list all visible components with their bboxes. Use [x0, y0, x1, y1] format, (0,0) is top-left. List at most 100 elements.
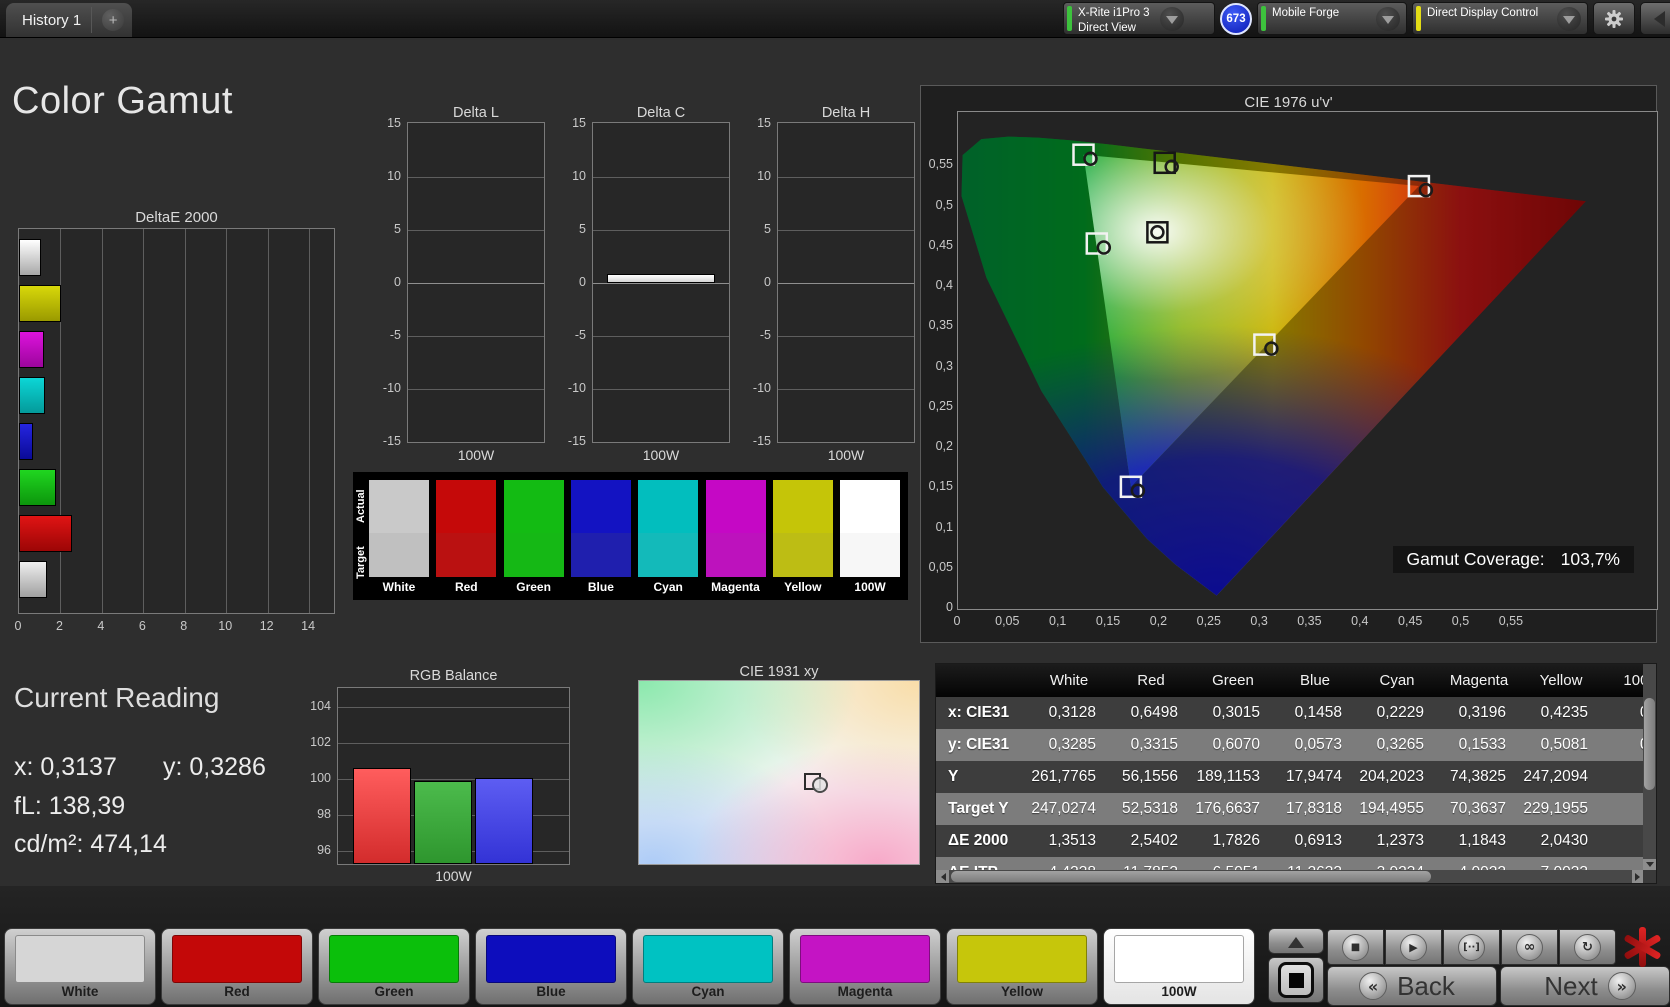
deltae-x-tick-label: 14	[301, 619, 316, 633]
swatch-target	[503, 533, 564, 577]
delta-y-tick-label: 15	[572, 115, 586, 130]
deltae-x-tick-label: 10	[218, 619, 233, 633]
swatch-label: Green	[516, 580, 551, 594]
delta-chart-plot	[777, 122, 915, 443]
delta-y-tick-label: -5	[389, 327, 401, 342]
display-control-dropdown[interactable]: Direct Display Control	[1412, 2, 1588, 35]
table-cell: 0,3015	[1212, 704, 1260, 721]
pattern-swatch	[957, 935, 1087, 983]
cie1931-actual-marker	[812, 776, 829, 793]
table-vertical-scrollbar[interactable]	[1643, 664, 1656, 872]
cie-y-tick-label: 0,3	[935, 358, 953, 373]
cie1976-title: CIE 1976 u'v'	[1244, 94, 1333, 111]
table-cell: 0,4235	[1540, 704, 1588, 721]
table-column-header: Green	[1212, 672, 1254, 689]
history-tab[interactable]: History 1 +	[6, 3, 133, 37]
collapse-panel-button[interactable]	[1640, 2, 1670, 35]
meter-dropdown[interactable]: X-Rite i1Pro 3 Direct View	[1063, 2, 1215, 35]
pattern-button-white[interactable]: White	[4, 928, 156, 1005]
reading-x-value: x: 0,3137	[14, 753, 117, 781]
refresh-measure-button[interactable]: ↻	[1559, 929, 1616, 965]
source-status-stripe	[1261, 6, 1266, 31]
delta-y-tick-label: -5	[759, 327, 771, 342]
pattern-button-label: 100W	[1161, 984, 1197, 999]
table-row: Target Y 247,0274 52,5318 176,6637 17,8318 19…	[936, 793, 1656, 825]
table-row-label: ΔE 2000	[948, 832, 1009, 849]
settings-button[interactable]	[1593, 2, 1635, 35]
table-cell: 0,3196	[1458, 704, 1506, 721]
cie-x-tick-label: 0,05	[995, 614, 1020, 628]
swatch-actual	[705, 480, 766, 533]
delta-gridline	[408, 176, 544, 178]
single-measure-button[interactable]: [··]	[1443, 929, 1500, 965]
pattern-button-blue[interactable]: Blue	[475, 928, 627, 1005]
table-row-label: Target Y	[948, 800, 1009, 817]
deltae-bar-blue	[19, 423, 34, 460]
table-cell: 17,8318	[1285, 800, 1342, 817]
source-dropdown[interactable]: Mobile Forge	[1257, 2, 1407, 35]
swatch-green: Green	[503, 480, 564, 594]
gamut-coverage-label: Gamut Coverage:	[1406, 549, 1545, 569]
horizontal-scroll-thumb[interactable]	[951, 871, 1431, 882]
pattern-button-yellow[interactable]: Yellow	[946, 928, 1098, 1005]
swatch-label: 100W	[854, 580, 886, 594]
swatch-patch	[840, 480, 901, 577]
table-row: Y 261,7765 56,1556 189,1153 17,9474 204,2023 7…	[936, 761, 1656, 793]
scroll-left-button[interactable]	[936, 870, 949, 883]
deltae-gridline	[267, 229, 269, 613]
pattern-button-green[interactable]: Green	[318, 928, 470, 1005]
swatch-cyan: Cyan	[638, 480, 699, 594]
cie1976-panel: CIE 1976 u'v' Gamut Coverage: 103,7% 0 0…	[920, 85, 1658, 643]
rgb-bar-red	[353, 768, 411, 864]
display-control-dropdown-label: Direct Display Control	[1427, 7, 1539, 19]
next-button[interactable]: Next »	[1500, 966, 1670, 1006]
xrite-logo-icon	[1621, 925, 1663, 969]
deltae-x-tick-label: 2	[55, 619, 63, 633]
rgb-y-tick-label: 100	[310, 771, 331, 786]
back-button[interactable]: « Back	[1327, 966, 1497, 1006]
table-cell: 0,3265	[1376, 736, 1424, 753]
chevron-down-icon	[1159, 7, 1184, 31]
window-pattern-icon	[1278, 962, 1314, 998]
vertical-scroll-thumb[interactable]	[1644, 698, 1655, 790]
table-horizontal-scrollbar[interactable]	[936, 870, 1645, 883]
actual-target-swatch-strip: Actual Target White Red Green Blue Cyan Magen…	[353, 472, 908, 600]
pattern-swatch	[1114, 935, 1244, 983]
table-cell: 0,5081	[1540, 736, 1588, 753]
pattern-button-100w[interactable]: 100W	[1103, 928, 1255, 1005]
delta-gridline	[408, 335, 544, 337]
pattern-swatch	[329, 935, 459, 983]
delta-y-tick-label: 15	[757, 115, 771, 130]
pattern-button-label: Red	[224, 984, 250, 999]
play-icon: ▶	[1409, 940, 1418, 954]
table-cell: 247,0274	[1031, 800, 1096, 817]
pattern-button-magenta[interactable]: Magenta	[789, 928, 941, 1005]
cie-y-tick-label: 0,55	[928, 157, 953, 172]
delta-gridline	[408, 282, 544, 284]
add-tab-button[interactable]: +	[102, 9, 125, 31]
swatch-actual	[369, 480, 429, 533]
pattern-button-cyan[interactable]: Cyan	[632, 928, 784, 1005]
gear-icon	[1605, 9, 1623, 28]
stop-measure-button[interactable]: ■	[1327, 929, 1384, 965]
window-pattern-button[interactable]	[1268, 957, 1324, 1003]
table-cell: 194,4955	[1359, 800, 1424, 817]
table-cell: 1,3513	[1048, 832, 1096, 849]
calibration-app-window: History 1 + X-Rite i1Pro 3 Direct View 67…	[0, 0, 1670, 1007]
deltae-bar-yellow	[19, 285, 62, 322]
continuous-measure-button[interactable]: ∞	[1501, 929, 1558, 965]
measure-button[interactable]: ▶	[1385, 929, 1442, 965]
swatch-target	[436, 533, 497, 577]
expand-controls-button[interactable]	[1268, 928, 1324, 954]
swatch-patch	[772, 480, 833, 577]
table-column-header: Cyan	[1379, 672, 1415, 689]
deltae-chart-plot	[18, 228, 335, 614]
deltae-x-tick-label: 4	[97, 619, 105, 633]
rgb-balance-title: RGB Balance	[409, 668, 498, 684]
pattern-button-label: Magenta	[837, 984, 893, 999]
delta-y-tick-label: 5	[579, 221, 586, 236]
cie-x-tick-label: 0,35	[1297, 614, 1322, 628]
swatch-actual	[503, 480, 564, 533]
pattern-button-red[interactable]: Red	[161, 928, 313, 1005]
pattern-swatch	[643, 935, 773, 983]
